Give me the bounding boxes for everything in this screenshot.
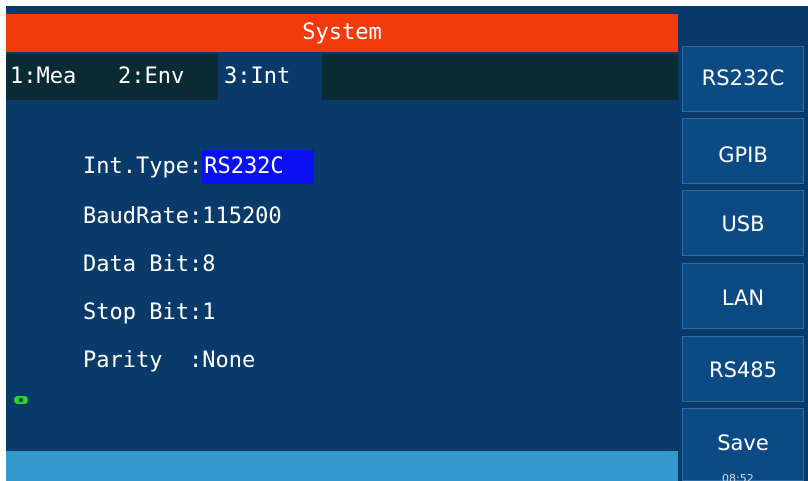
- rs232c-button-label: RS232C: [701, 66, 785, 90]
- parity-field: Parity :None: [30, 310, 255, 373]
- stop-bit-field: Stop Bit:1: [30, 262, 215, 325]
- status-bar: [6, 451, 678, 481]
- parity-separator: :: [188, 348, 203, 373]
- tab-measure[interactable]: 1:Mea: [10, 54, 114, 100]
- softkey-panel: RS232C GPIB USB LAN RS485 Save 08:52: [678, 6, 808, 481]
- rs485-button[interactable]: RS485: [682, 336, 804, 402]
- usb-button[interactable]: USB: [682, 190, 804, 256]
- gpib-button-label: GPIB: [718, 143, 768, 167]
- data-bit-field: Data Bit:8: [30, 214, 215, 277]
- rs232c-button[interactable]: RS232C: [682, 46, 804, 112]
- gpib-button[interactable]: GPIB: [682, 118, 804, 184]
- rs485-button-label: RS485: [708, 358, 777, 382]
- tab-bar: 1:Mea 2:Env 3:Int: [6, 54, 678, 100]
- page-title: System: [6, 14, 678, 52]
- parity-label: Parity: [82, 348, 189, 373]
- instrument-screen: System 1:Mea 2:Env 3:Int Int.Type:RS232C…: [6, 6, 808, 481]
- lan-button[interactable]: LAN: [682, 263, 804, 329]
- tab-interface[interactable]: 3:Int: [218, 54, 322, 100]
- tab-environment[interactable]: 2:Env: [118, 54, 222, 100]
- usb-storage-icon: [14, 396, 28, 404]
- lan-button-label: LAN: [721, 286, 765, 310]
- parity-value[interactable]: None: [202, 344, 255, 378]
- baud-rate-field: BaudRate:115200: [30, 166, 282, 229]
- int-type-field: Int.Type:RS232C: [30, 116, 314, 184]
- save-button-label: Save: [717, 431, 769, 455]
- clock: 08:52: [722, 472, 754, 481]
- save-button[interactable]: Save: [682, 408, 804, 481]
- usb-button-label: USB: [721, 212, 765, 236]
